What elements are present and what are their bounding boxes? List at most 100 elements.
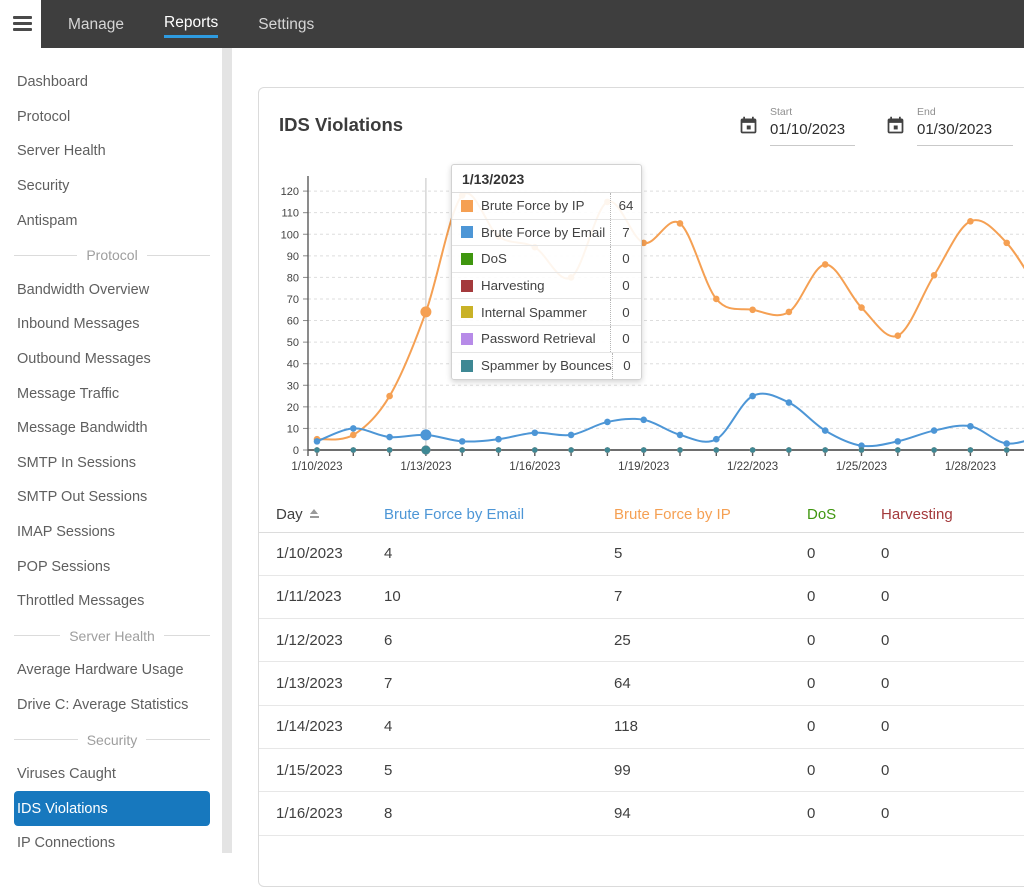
start-date-value[interactable]: 01/10/2023 [770,118,855,146]
table-row: 1/12/202362500 [259,619,1024,662]
sidebar-item-antispam[interactable]: Antispam [14,203,210,238]
sidebar-section-protocol: Protocol [14,238,210,273]
sidebar-item-message-traffic[interactable]: Message Traffic [14,376,210,411]
svg-text:50: 50 [287,337,299,349]
table-cell: 0 [807,619,881,662]
series-value: 0 [610,246,641,272]
table-row: 1/13/202376400 [259,662,1024,705]
table-cell: 4 [384,705,614,748]
sidebar-item-dashboard[interactable]: Dashboard [14,65,210,100]
menu-icon[interactable] [13,16,32,31]
sidebar-scrollbar[interactable] [222,48,232,853]
table-cell: 0 [807,575,881,618]
sidebar-item-average-hardware-usage[interactable]: Average Hardware Usage [14,653,210,688]
end-date-label: End [917,106,1013,118]
sidebar-item-inbound-messages[interactable]: Inbound Messages [14,307,210,342]
table-cell: 7 [614,575,807,618]
start-date-label: Start [770,106,855,118]
sidebar-item-ids-violations[interactable]: IDS Violations [14,791,210,826]
svg-text:70: 70 [287,294,299,306]
table-cell: 7 [384,662,614,705]
sidebar-item-protocol[interactable]: Protocol [14,100,210,135]
sidebar-item-imap-sessions[interactable]: IMAP Sessions [14,515,210,550]
calendar-icon [738,115,759,136]
column-header-day[interactable]: Day [259,498,384,532]
table-cell: 0 [881,619,1024,662]
series-swatch [461,280,473,292]
svg-text:20: 20 [287,402,299,414]
svg-text:30: 30 [287,380,299,392]
nav-item-settings[interactable]: Settings [258,12,314,37]
svg-text:1/22/2023: 1/22/2023 [727,461,778,473]
series-label: Internal Spammer [481,305,610,320]
top-navbar: Manage Reports Settings [41,0,1024,48]
table-cell: 0 [881,748,1024,791]
table-cell: 4 [384,532,614,575]
series-swatch [461,360,473,372]
end-date-field[interactable]: End 01/30/2023 [885,106,1013,146]
table-cell: 0 [881,662,1024,705]
table-row: 1/11/202310700 [259,575,1024,618]
table-cell: 1/14/2023 [259,705,384,748]
sidebar-item-smtp-in-sessions[interactable]: SMTP In Sessions [14,446,210,481]
svg-text:80: 80 [287,272,299,284]
page-title: IDS Violations [279,114,403,136]
sidebar-item-drive-c-average-statistics[interactable]: Drive C: Average Statistics [14,688,210,723]
svg-text:100: 100 [281,229,299,241]
sidebar-item-ip-connections[interactable]: IP Connections [14,826,210,861]
series-value: 64 [610,193,641,219]
sidebar-item-message-bandwidth[interactable]: Message Bandwidth [14,411,210,446]
series-value: 7 [610,220,641,246]
series-swatch [461,200,473,212]
svg-text:60: 60 [287,316,299,328]
sidebar-item-throttled-messages[interactable]: Throttled Messages [14,584,210,619]
sidebar-item-server-health[interactable]: Server Health [14,134,210,169]
table-cell: 0 [807,705,881,748]
sidebar-section-server-health: Server Health [14,619,210,654]
table-cell: 1/12/2023 [259,619,384,662]
table-cell: 6 [384,619,614,662]
series-label: Spammer by Bounces [481,358,612,373]
table-cell: 1/15/2023 [259,748,384,791]
column-header-harvesting[interactable]: Harvesting [881,498,1024,532]
sidebar-item-smtp-out-sessions[interactable]: SMTP Out Sessions [14,480,210,515]
tooltip-row: Harvesting0 [452,273,641,300]
table-cell: 1/10/2023 [259,532,384,575]
table-cell: 94 [614,792,807,835]
svg-text:40: 40 [287,359,299,371]
tooltip-row: Internal Spammer0 [452,299,641,326]
table-cell: 0 [881,792,1024,835]
tooltip-date: 1/13/2023 [452,165,641,193]
column-header-dos[interactable]: DoS [807,498,881,532]
nav-item-reports[interactable]: Reports [164,10,218,38]
svg-text:1/13/2023: 1/13/2023 [400,461,451,473]
sidebar-item-pop-sessions[interactable]: POP Sessions [14,549,210,584]
column-header-brute-force-by-ip[interactable]: Brute Force by IP [614,498,807,532]
table-cell: 10 [384,575,614,618]
sidebar: DashboardProtocolServer HealthSecurityAn… [0,48,222,853]
series-swatch [461,333,473,345]
svg-text:1/16/2023: 1/16/2023 [509,461,560,473]
sort-ascending-icon [310,509,319,518]
tooltip-row: Brute Force by IP64 [452,193,641,220]
tooltip-row: Brute Force by Email7 [452,220,641,247]
calendar-icon [885,115,906,136]
nav-item-manage[interactable]: Manage [68,12,124,37]
sidebar-item-bandwidth-overview[interactable]: Bandwidth Overview [14,273,210,308]
sidebar-item-outbound-messages[interactable]: Outbound Messages [14,342,210,377]
end-date-value[interactable]: 01/30/2023 [917,118,1013,146]
start-date-field[interactable]: Start 01/10/2023 [738,106,855,146]
series-value: 0 [610,299,641,325]
table-row: 1/16/202389400 [259,792,1024,835]
report-card: IDS Violations Start 01/10/2023 End 01/3… [258,87,1024,887]
column-header-brute-force-by-email[interactable]: Brute Force by Email [384,498,614,532]
table-cell: 0 [881,532,1024,575]
svg-text:1/28/2023: 1/28/2023 [945,461,996,473]
table-row: 1/10/20234500 [259,532,1024,575]
sidebar-item-viruses-caught[interactable]: Viruses Caught [14,757,210,792]
svg-text:1/10/2023: 1/10/2023 [291,461,342,473]
sidebar-item-security[interactable]: Security [14,169,210,204]
table-cell: 25 [614,619,807,662]
table-cell: 5 [384,748,614,791]
table-cell: 1/13/2023 [259,662,384,705]
